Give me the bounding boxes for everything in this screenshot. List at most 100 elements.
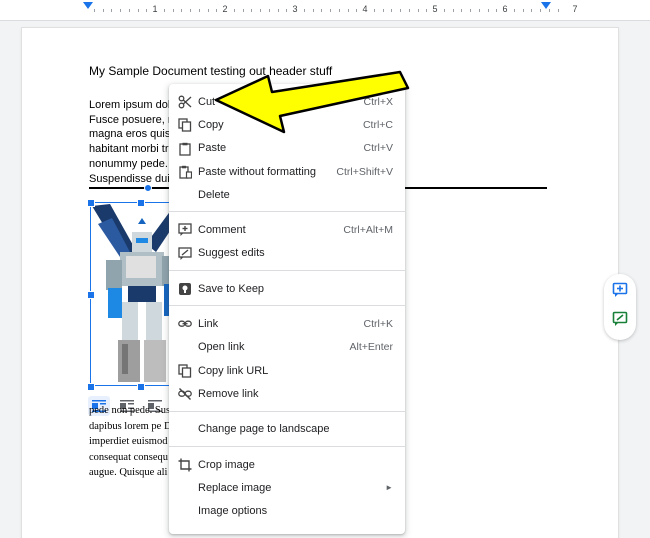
ruler: 1 2 3 4 5 6 7 bbox=[0, 0, 650, 21]
menu-item-link[interactable]: Link Ctrl+K bbox=[169, 312, 405, 335]
resize-handle[interactable] bbox=[137, 199, 145, 207]
menu-item-shortcut: Ctrl+V bbox=[363, 142, 393, 155]
rotate-handle[interactable] bbox=[144, 184, 152, 192]
ruler-tick bbox=[268, 9, 270, 12]
menu-separator bbox=[169, 305, 405, 307]
add-comment-icon bbox=[612, 282, 628, 297]
menu-item-label: Crop image bbox=[198, 458, 255, 471]
ruler-tick bbox=[207, 9, 209, 12]
ruler-tick bbox=[260, 9, 261, 12]
menu-item-save-to-keep[interactable]: Save to Keep bbox=[169, 277, 405, 300]
ruler-tick bbox=[251, 9, 253, 12]
clipboard-icon bbox=[179, 142, 191, 156]
ruler-tick bbox=[461, 9, 463, 12]
ruler-tick bbox=[233, 9, 235, 12]
ruler-number: 3 bbox=[292, 4, 298, 14]
menu-item-change-page-to-landscape[interactable]: Change page to landscape bbox=[169, 418, 405, 441]
ruler-number: 7 bbox=[572, 4, 578, 14]
comment-add-icon bbox=[178, 223, 192, 237]
ruler-tick bbox=[540, 9, 541, 12]
resize-handle[interactable] bbox=[87, 199, 95, 207]
menu-item-shortcut: Alt+Enter bbox=[349, 341, 393, 354]
ruler-tick bbox=[513, 9, 515, 12]
ruler-number: 4 bbox=[362, 4, 368, 14]
menu-separator bbox=[169, 410, 405, 412]
menu-item-label: Copy link URL bbox=[198, 364, 269, 377]
link-off-icon bbox=[178, 388, 192, 401]
crop-icon bbox=[178, 458, 192, 472]
ruler-tick bbox=[146, 9, 148, 12]
right-indent-marker[interactable] bbox=[541, 2, 551, 9]
menu-item-label: Link bbox=[198, 318, 219, 331]
ruler-tick bbox=[548, 9, 550, 12]
menu-item-label: Change page to landscape bbox=[198, 423, 330, 436]
ruler-tick bbox=[373, 9, 375, 12]
menu-item-label: Save to Keep bbox=[198, 282, 265, 295]
resize-handle[interactable] bbox=[87, 291, 95, 299]
menu-separator bbox=[169, 445, 405, 447]
ruler-tick bbox=[382, 9, 384, 12]
ruler-number: 5 bbox=[432, 4, 438, 14]
menu-item-copy-link-url[interactable]: Copy link URL bbox=[169, 359, 405, 382]
ruler-tick bbox=[452, 9, 454, 12]
ruler-tick bbox=[400, 9, 401, 12]
menu-item-label: Delete bbox=[198, 188, 230, 201]
ruler-tick bbox=[496, 9, 498, 12]
ruler-number: 6 bbox=[502, 4, 508, 14]
scissors-icon bbox=[178, 95, 192, 109]
menu-item-label: Paste bbox=[198, 142, 227, 155]
menu-item-paste[interactable]: Paste Ctrl+V bbox=[169, 137, 405, 160]
menu-item-label: Remove link bbox=[198, 387, 259, 400]
ruler-tick bbox=[312, 9, 314, 12]
menu-item-suggest-edits[interactable]: Suggest edits bbox=[169, 242, 405, 265]
ruler-tick bbox=[93, 9, 95, 12]
menu-item-label: Suggest edits bbox=[198, 247, 265, 260]
ruler-tick bbox=[470, 9, 471, 12]
ruler-tick bbox=[338, 9, 340, 12]
menu-item-shortcut: Ctrl+Shift+V bbox=[336, 165, 393, 178]
ruler-tick bbox=[487, 9, 489, 12]
menu-item-shortcut: Ctrl+K bbox=[363, 318, 393, 331]
ruler-tick bbox=[347, 9, 349, 12]
menu-item-label: Paste without formatting bbox=[198, 165, 317, 178]
ruler-tick bbox=[163, 9, 165, 12]
ruler-tick bbox=[330, 9, 331, 12]
menu-item-crop-image[interactable]: Crop image bbox=[169, 453, 405, 476]
paste-plain-icon bbox=[179, 165, 192, 179]
resize-handle[interactable] bbox=[137, 383, 145, 391]
menu-item-image-options[interactable]: Image options bbox=[169, 499, 405, 522]
ruler-tick bbox=[531, 9, 533, 12]
ruler-tick bbox=[198, 9, 200, 12]
menu-item-comment[interactable]: Comment Ctrl+Alt+M bbox=[169, 218, 405, 241]
menu-item-remove-link[interactable]: Remove link bbox=[169, 382, 405, 405]
ruler-tick bbox=[137, 9, 139, 12]
ruler-tick bbox=[426, 9, 428, 12]
ruler-tick bbox=[443, 9, 445, 12]
ruler-tick bbox=[216, 9, 218, 12]
ruler-tick bbox=[321, 9, 323, 12]
menu-item-delete[interactable]: Delete bbox=[169, 183, 405, 206]
left-indent-marker[interactable] bbox=[83, 2, 93, 9]
copy-icon bbox=[178, 364, 192, 378]
menu-item-open-link[interactable]: Open link Alt+Enter bbox=[169, 336, 405, 359]
add-comment-side-button[interactable] bbox=[612, 282, 628, 303]
menu-item-label: Replace image bbox=[198, 481, 272, 494]
ruler-tick bbox=[408, 9, 410, 12]
menu-item-paste-without-formatting[interactable]: Paste without formatting Ctrl+Shift+V bbox=[169, 160, 405, 183]
submenu-arrow-icon: ► bbox=[385, 483, 393, 493]
ruler-tick bbox=[303, 9, 305, 12]
ruler-number: 2 bbox=[222, 4, 228, 14]
ruler-track: 1 2 3 4 5 6 7 bbox=[85, 4, 578, 16]
menu-separator bbox=[169, 270, 405, 272]
suggest-edit-icon bbox=[178, 247, 192, 260]
suggest-edit-side-button[interactable] bbox=[612, 311, 628, 332]
ruler-tick bbox=[522, 9, 524, 12]
resize-handle[interactable] bbox=[87, 383, 95, 391]
menu-item-replace-image[interactable]: Replace image ► bbox=[169, 476, 405, 499]
ruler-tick bbox=[277, 9, 279, 12]
ruler-number: 1 bbox=[152, 4, 158, 14]
ruler-tick bbox=[417, 9, 419, 12]
suggest-edit-icon bbox=[612, 311, 628, 326]
annotation-arrow-icon bbox=[214, 70, 410, 134]
ruler-tick bbox=[120, 9, 121, 12]
